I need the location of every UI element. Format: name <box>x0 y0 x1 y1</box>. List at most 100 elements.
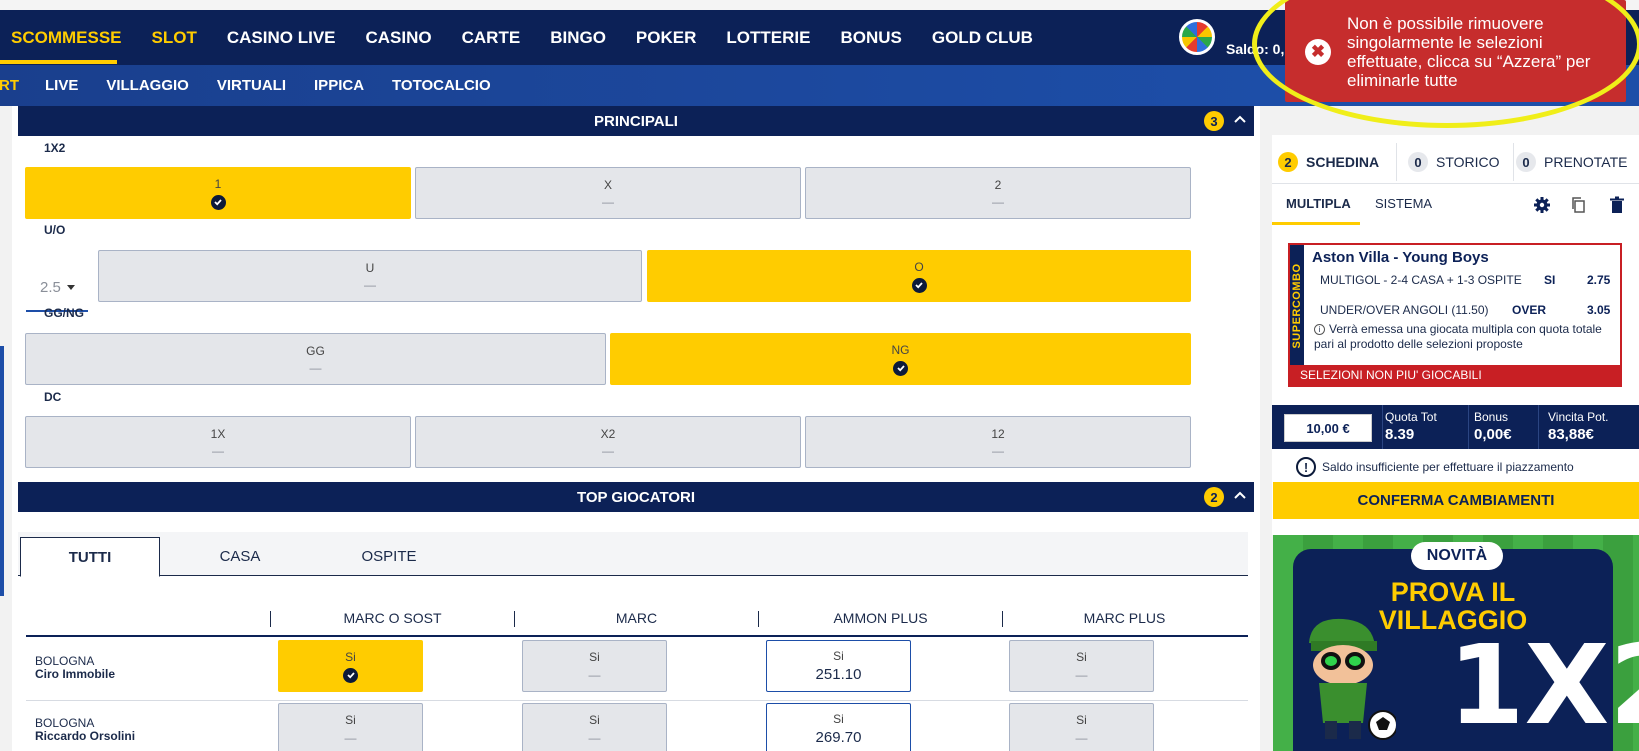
odd-gg[interactable]: GG — <box>25 333 606 385</box>
nav-bingo[interactable]: BINGO <box>550 28 606 48</box>
uo-line-value: 2.5 <box>40 278 61 296</box>
tab-storico[interactable]: 0 STORICO <box>1408 143 1500 181</box>
market-label-uo: U/O <box>44 223 66 237</box>
balance-warning: ! Saldo insufficiente per effettuare il … <box>1296 457 1574 477</box>
stake-input[interactable]: 10,00 € <box>1284 414 1372 442</box>
odd-label: NG <box>891 342 910 357</box>
market-label-1x2: 1X2 <box>44 141 66 155</box>
selections-not-playable: SELEZIONI NON PIU' GIOCABILI <box>1290 365 1620 385</box>
copy-icon[interactable] <box>1570 196 1588 214</box>
nav-bonus[interactable]: BONUS <box>840 28 901 48</box>
bonus-label: Bonus <box>1474 410 1509 424</box>
nav-poker[interactable]: POKER <box>636 28 696 48</box>
bonus: Bonus 0,00€ <box>1474 410 1512 443</box>
odd-label: 1 <box>214 176 222 191</box>
tab-ospite[interactable]: OSPITE <box>334 537 444 576</box>
cell-dash: — <box>1075 731 1088 745</box>
stake-separator <box>1382 405 1383 449</box>
promo-title-line-1: PROVA IL <box>1390 577 1516 607</box>
player-row-1: BOLOGNA Ciro Immobile <box>35 655 115 681</box>
supercombo-side-label: SUPERCOMBO <box>1291 263 1303 349</box>
cell-label: Si <box>833 649 844 663</box>
tab-casa[interactable]: CASA <box>190 537 290 576</box>
mode-sistema[interactable]: SISTEMA <box>1375 196 1432 211</box>
subnav-virtuali[interactable]: VIRTUALI <box>217 77 286 94</box>
mode-multipla[interactable]: MULTIPLA <box>1286 196 1351 211</box>
odd-label: 2 <box>994 178 1002 192</box>
odd-x[interactable]: X — <box>415 167 801 219</box>
warning-text: Saldo insufficiente per effettuare il pi… <box>1322 460 1574 474</box>
principali-count-badge: 3 <box>1204 111 1224 131</box>
top-giocatori-tabs: TUTTI CASA OSPITE <box>18 532 1248 577</box>
cell-label: Si <box>589 713 600 727</box>
storico-count: 0 <box>1408 152 1428 172</box>
principali-header[interactable]: PRINCIPALI 3 <box>18 106 1254 136</box>
subnav-totocalcio[interactable]: TOTOCALCIO <box>392 77 491 94</box>
subnav-ippica[interactable]: IPPICA <box>314 77 364 94</box>
odd-ng[interactable]: NG <box>610 333 1191 385</box>
odd-dash: — <box>364 278 376 292</box>
supercombo-card: SUPERCOMBO Aston Villa - Young Boys MULT… <box>1288 243 1622 387</box>
nav-carte[interactable]: CARTE <box>462 28 521 48</box>
subnav-sport[interactable]: RT <box>0 77 19 94</box>
wheel-icon[interactable] <box>1179 19 1215 55</box>
player-2-marc-o-sost[interactable]: Si — <box>278 703 423 751</box>
active-nav-underline <box>0 60 117 64</box>
player-1-ammon-plus[interactable]: Si 251.10 <box>766 640 911 692</box>
stake-separator <box>1538 405 1539 449</box>
confirm-changes-button[interactable]: CONFERMA CAMBIAMENTI <box>1273 482 1639 519</box>
odd-1x[interactable]: 1X — <box>25 416 411 468</box>
uo-line-select[interactable]: 2.5 <box>26 264 88 312</box>
subnav-villaggio[interactable]: VILLAGGIO <box>106 77 189 94</box>
odd-2[interactable]: 2 — <box>805 167 1191 219</box>
chevron-up-icon[interactable] <box>1232 111 1246 125</box>
player-team: BOLOGNA <box>35 716 95 730</box>
nav-slot[interactable]: SLOT <box>152 28 197 48</box>
player-2-ammon-plus[interactable]: Si 269.70 <box>766 703 911 751</box>
error-toast: ✖ Non è possibile rimuovere singolarment… <box>1285 0 1626 102</box>
gear-icon[interactable] <box>1533 196 1551 214</box>
quota-tot-label: Quota Tot <box>1385 410 1437 424</box>
player-2-marc[interactable]: Si — <box>522 703 667 751</box>
odd-x2[interactable]: X2 — <box>415 416 801 468</box>
tab-prenotate[interactable]: 0 PRENOTATE <box>1516 143 1628 181</box>
player-1-marc[interactable]: Si — <box>522 640 667 692</box>
subnav-live[interactable]: LIVE <box>45 77 78 94</box>
nav-casino[interactable]: CASINO <box>366 28 432 48</box>
villaggio-promo-banner[interactable]: NOVITÀ PROVA IL VILLAGGIO 1X2 <box>1273 535 1639 751</box>
promo-badge: NOVITÀ <box>1411 542 1503 570</box>
nav-lotterie[interactable]: LOTTERIE <box>726 28 810 48</box>
cell-label: Si <box>833 712 844 726</box>
principali-title: PRINCIPALI <box>594 112 678 130</box>
player-2-marc-plus[interactable]: Si — <box>1009 703 1154 751</box>
chevron-up-icon[interactable] <box>1232 487 1246 501</box>
tab-separator <box>1396 143 1397 181</box>
player-1-marc-o-sost[interactable]: Si <box>278 640 423 692</box>
match-title: Aston Villa - Young Boys <box>1312 249 1489 266</box>
odd-12[interactable]: 12 — <box>805 416 1191 468</box>
nav-casino-live[interactable]: CASINO LIVE <box>227 28 336 48</box>
selection-market: MULTIGOL - 2-4 CASA + 1-3 OSPITE <box>1320 273 1522 287</box>
top-giocatori-header[interactable]: TOP GIOCATORI 2 <box>18 482 1254 512</box>
nav-scommesse[interactable]: SCOMMESSE <box>11 28 122 48</box>
nav-gold-club[interactable]: GOLD CLUB <box>932 28 1033 48</box>
stake-bar: 10,00 € Quota Tot 8.39 Bonus 0,00€ Vinci… <box>1272 405 1639 449</box>
tab-separator <box>1513 143 1514 181</box>
selection-odd: 3.05 <box>1587 303 1611 317</box>
info-icon: i <box>1314 324 1325 335</box>
saldo-text: Saldo: 0, <box>1226 41 1285 57</box>
odd-under[interactable]: U — <box>98 250 642 302</box>
tab-schedina[interactable]: 2 SCHEDINA <box>1278 143 1379 181</box>
row-divider <box>26 700 1248 701</box>
storico-label: STORICO <box>1436 154 1500 170</box>
tab-tutti[interactable]: TUTTI <box>20 537 160 577</box>
mascot-illustration <box>1309 618 1396 740</box>
selection-odd: 2.75 <box>1587 273 1611 287</box>
cell-dash: — <box>344 731 357 745</box>
odd-label: GG <box>306 344 325 358</box>
sub-nav: RT LIVE VILLAGGIO VIRTUALI IPPICA TOTOCA… <box>0 65 1276 106</box>
odd-1[interactable]: 1 <box>25 167 411 219</box>
odd-over[interactable]: O <box>647 250 1191 302</box>
player-1-marc-plus[interactable]: Si — <box>1009 640 1154 692</box>
trash-icon[interactable] <box>1608 196 1626 214</box>
